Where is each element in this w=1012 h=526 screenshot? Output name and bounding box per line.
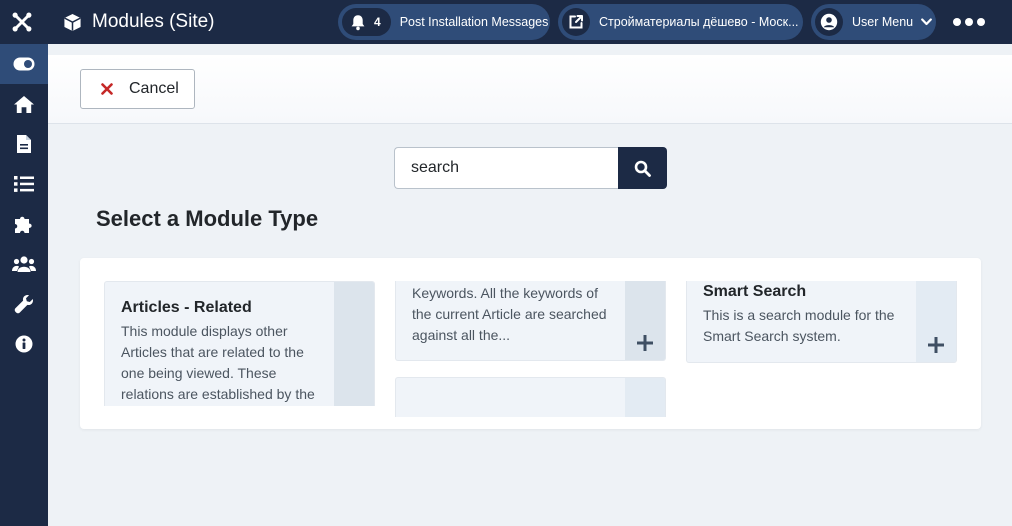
module-description: This module displays other Articles that… — [121, 323, 315, 402]
view-site-link[interactable]: Стройматериалы дёшево - Моск... — [558, 4, 803, 40]
wrench-icon[interactable] — [0, 284, 48, 324]
file-icon[interactable] — [0, 124, 48, 164]
notification-count: 4 — [374, 15, 381, 29]
site-name-label: Стройматериалы дёшево - Моск... — [599, 15, 799, 29]
user-avatar-icon — [815, 8, 843, 36]
home-icon[interactable] — [0, 84, 48, 124]
joomla-logo-icon[interactable] — [0, 0, 44, 44]
list-icon[interactable] — [0, 164, 48, 204]
search-input[interactable] — [394, 147, 619, 189]
page-title-group: Modules (Site) — [63, 0, 215, 44]
search-icon — [634, 160, 651, 177]
cancel-button[interactable]: Cancel — [80, 69, 195, 109]
module-title: Articles - Related — [121, 299, 252, 316]
puzzle-icon[interactable] — [0, 204, 48, 244]
module-card-body: Keywords. All the keywords of the curren… — [412, 283, 615, 346]
module-select-strip[interactable] — [625, 378, 665, 417]
info-icon[interactable] — [0, 324, 48, 364]
user-menu-label: User Menu — [852, 15, 914, 29]
more-options-icon[interactable] — [953, 11, 985, 33]
module-card-body: Articles - Related This module displays … — [121, 298, 324, 405]
add-module-button[interactable] — [916, 281, 956, 362]
top-header: Modules (Site) 4 Post Installation Messa… — [0, 0, 1012, 44]
post-installation-messages-button[interactable]: 4 Post Installation Messages — [338, 4, 550, 40]
module-select-strip[interactable] — [334, 282, 374, 406]
plus-icon — [636, 334, 654, 352]
close-icon — [101, 83, 113, 95]
module-list-panel: Articles - Related This module displays … — [80, 258, 981, 429]
page-title: Modules (Site) — [92, 11, 215, 32]
toolbar: Cancel — [48, 55, 1012, 124]
user-menu-button[interactable]: User Menu — [811, 4, 936, 40]
module-card[interactable] — [395, 377, 666, 417]
toggle-menu-icon[interactable] — [0, 44, 48, 84]
cube-icon — [63, 13, 82, 32]
module-card-keywords[interactable]: Keywords. All the keywords of the curren… — [395, 281, 666, 361]
module-card-smart-search[interactable]: Smart Search This is a search module for… — [686, 281, 957, 363]
add-module-button[interactable] — [625, 281, 665, 360]
module-card-articles-related[interactable]: Articles - Related This module displays … — [104, 281, 375, 406]
module-title: Smart Search — [703, 283, 807, 300]
users-icon[interactable] — [0, 244, 48, 284]
plus-icon — [927, 336, 945, 354]
post-installation-messages-label: Post Installation Messages — [399, 15, 549, 29]
bell-icon — [350, 14, 366, 31]
module-card-body: Smart Search This is a search module for… — [703, 282, 906, 347]
sidebar — [0, 44, 48, 526]
section-title: Select a Module Type — [96, 206, 319, 231]
module-description: Keywords. All the keywords of the curren… — [412, 285, 607, 343]
search-button[interactable] — [618, 147, 667, 189]
chevron-down-icon — [921, 18, 933, 26]
module-description: This is a search module for the Smart Se… — [703, 307, 895, 344]
notification-badge: 4 — [342, 8, 391, 36]
external-link-icon — [562, 8, 590, 36]
cancel-button-label: Cancel — [129, 80, 179, 97]
